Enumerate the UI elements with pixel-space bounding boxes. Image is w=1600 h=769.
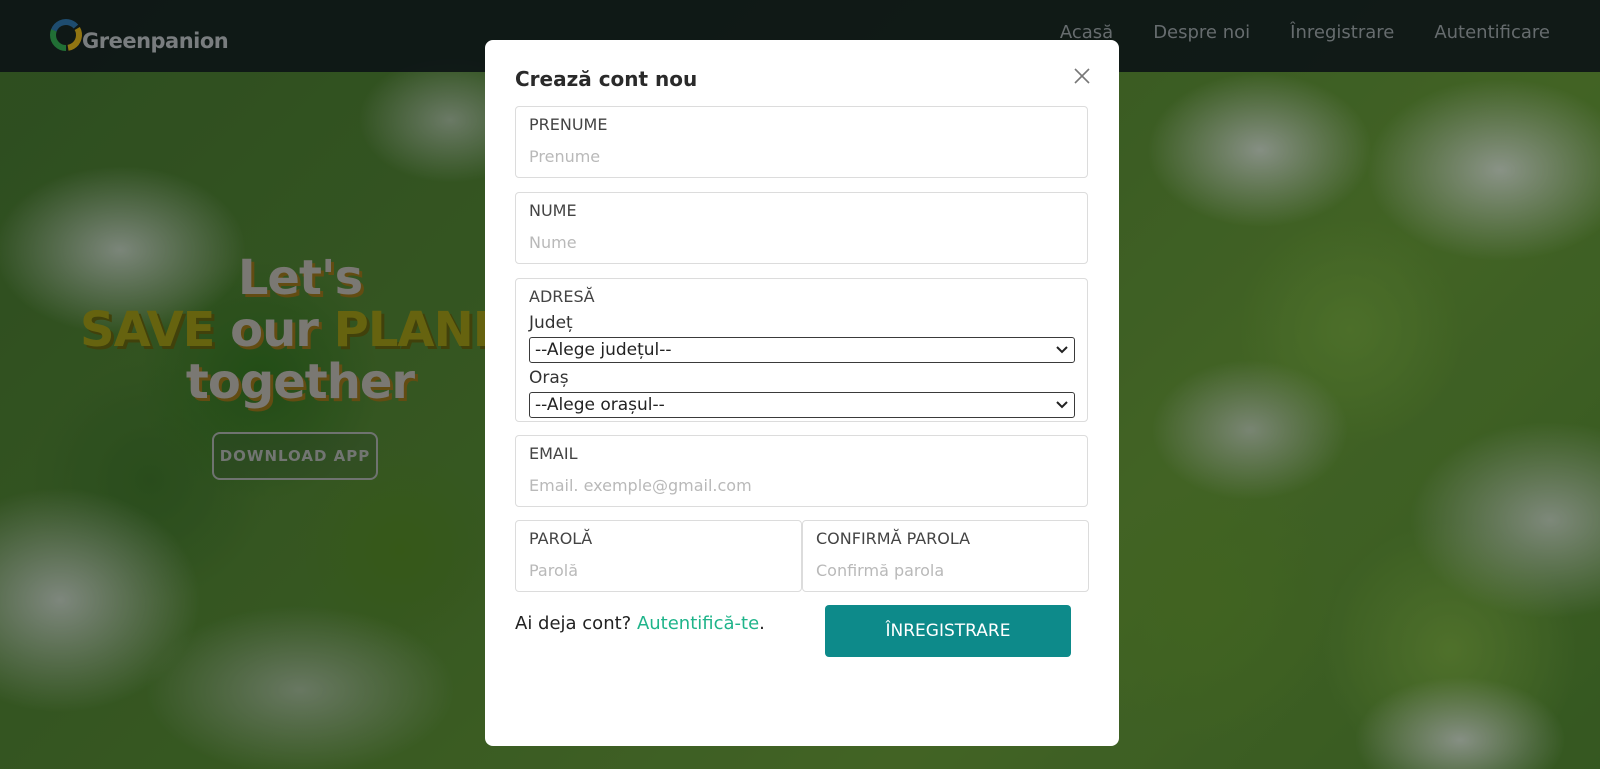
judet-label: Județ — [529, 313, 573, 333]
prenume-label: PRENUME — [529, 115, 608, 134]
modal-title: Crează cont nou — [515, 67, 698, 91]
register-modal: Crează cont nou PRENUME NUME ADRESĂ Jude… — [485, 40, 1119, 746]
chevron-down-icon — [1056, 346, 1068, 354]
oras-selected-value: --Alege orașul-- — [535, 395, 665, 415]
email-label: EMAIL — [529, 444, 578, 463]
nume-label: NUME — [529, 201, 577, 220]
nume-input[interactable] — [529, 233, 1069, 252]
parola-field: PAROLĂ — [515, 520, 802, 592]
close-icon[interactable] — [1073, 67, 1091, 85]
nume-field: NUME — [515, 192, 1088, 264]
email-field: EMAIL — [515, 435, 1088, 507]
chevron-down-icon — [1056, 401, 1068, 409]
adresa-field: ADRESĂ Județ --Alege județul-- Oraș --Al… — [515, 278, 1088, 422]
prenume-field: PRENUME — [515, 106, 1088, 178]
register-submit-button[interactable]: ÎNREGISTRARE — [825, 605, 1071, 657]
oras-select[interactable]: --Alege orașul-- — [529, 392, 1075, 418]
prenume-input[interactable] — [529, 147, 1069, 166]
confirma-parola-input[interactable] — [816, 561, 1076, 580]
login-prompt-text: Ai deja cont? — [515, 613, 637, 634]
email-input[interactable] — [529, 476, 1069, 495]
login-prompt: Ai deja cont? Autentifică-te. — [515, 613, 765, 634]
judet-select[interactable]: --Alege județul-- — [529, 337, 1075, 363]
login-suffix: . — [759, 613, 765, 634]
confirma-parola-field: CONFIRMĂ PAROLA — [802, 520, 1089, 592]
oras-label: Oraș — [529, 368, 569, 388]
login-link[interactable]: Autentifică-te — [637, 613, 759, 634]
parola-input[interactable] — [529, 561, 789, 580]
confirma-parola-label: CONFIRMĂ PAROLA — [816, 529, 971, 548]
parola-label: PAROLĂ — [529, 529, 593, 548]
judet-selected-value: --Alege județul-- — [535, 340, 672, 360]
adresa-label: ADRESĂ — [529, 287, 595, 306]
